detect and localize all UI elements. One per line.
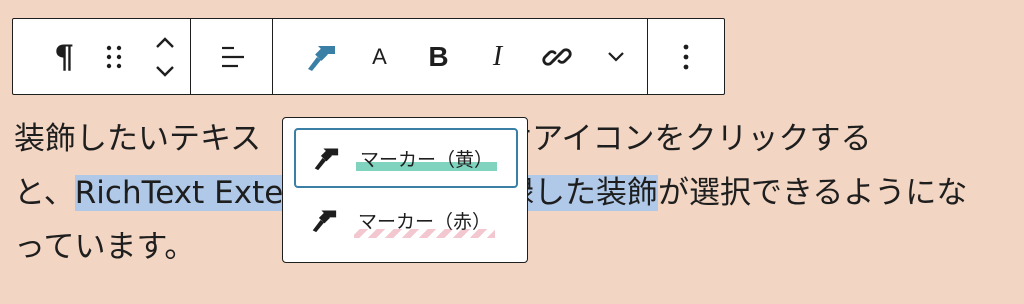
- marker-red-option[interactable]: マーカー（赤）: [294, 190, 518, 250]
- link-button[interactable]: [527, 29, 586, 85]
- drag-handle-button[interactable]: [89, 29, 139, 85]
- block-options-button[interactable]: [658, 29, 714, 85]
- italic-button[interactable]: I: [468, 29, 527, 85]
- chevron-up-down-icon: [155, 36, 174, 77]
- bold-label: B: [428, 40, 449, 72]
- paint-brush-icon: [307, 45, 335, 71]
- text-segment: と、: [14, 175, 75, 211]
- brush-format-button[interactable]: [291, 29, 350, 85]
- align-group: [191, 19, 273, 94]
- text-segment: っています。: [14, 229, 196, 265]
- format-group: A B I: [273, 19, 648, 94]
- move-up-down-button[interactable]: [140, 29, 190, 85]
- option-label-text: マーカー（赤）: [358, 210, 492, 233]
- marker-yellow-option[interactable]: マーカー（黄）: [294, 128, 518, 188]
- block-controls-group: ¶: [13, 19, 191, 94]
- paint-brush-icon: [294, 207, 354, 233]
- text-segment: が選択できるようにな: [657, 175, 968, 211]
- font-size-label: A: [372, 43, 387, 69]
- paint-brush-icon: [296, 145, 356, 171]
- align-button[interactable]: [204, 29, 260, 85]
- block-toolbar: ¶ A B I: [12, 18, 725, 95]
- paragraph-block-button[interactable]: ¶: [39, 29, 89, 85]
- options-group: [648, 19, 724, 94]
- chevron-down-icon: [607, 51, 624, 62]
- italic-label: I: [492, 40, 503, 72]
- selected-text-start: RichText Exten: [74, 175, 303, 211]
- align-left-icon: [221, 46, 244, 67]
- option-label: マーカー（赤）: [354, 207, 496, 238]
- format-popover: マーカー（黄） マーカー（赤）: [282, 117, 528, 263]
- vertical-ellipsis-icon: [683, 44, 689, 69]
- paragraph-icon: ¶: [53, 37, 75, 76]
- drag-handle-icon: [107, 45, 122, 68]
- bold-button[interactable]: B: [409, 29, 468, 85]
- more-formats-button[interactable]: [586, 29, 645, 85]
- option-label: マーカー（黄）: [356, 145, 498, 172]
- font-size-button[interactable]: A: [350, 29, 409, 85]
- option-label-text: マーカー（黄）: [360, 148, 494, 171]
- link-icon: [541, 47, 572, 66]
- text-segment: 装飾したいテキス: [14, 121, 262, 157]
